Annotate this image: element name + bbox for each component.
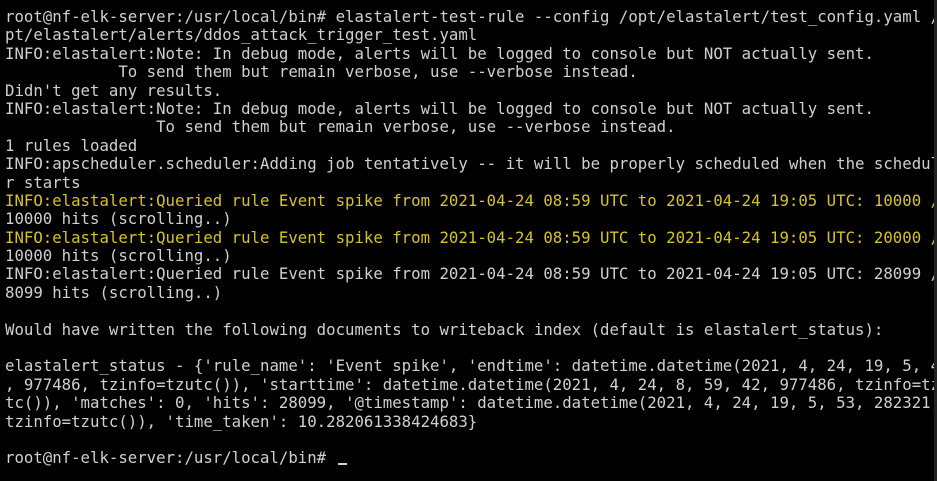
- terminal-line: 8099 hits (scrolling..): [5, 282, 223, 302]
- terminal-line: , 977486, tzinfo=tzutc()), 'starttime': …: [5, 374, 937, 394]
- terminal-window[interactable]: root@nf-elk-server:/usr/local/bin# elast…: [0, 0, 937, 481]
- terminal-line: To send them but remain verbose, use --v…: [5, 117, 676, 137]
- terminal-line: root@nf-elk-server:/usr/local/bin# elast…: [5, 7, 937, 26]
- terminal-line: r starts: [5, 172, 81, 192]
- terminal-line: INFO:elastalert:Note: In debug mode, ale…: [5, 98, 874, 118]
- terminal-line: INFO:elastalert:Queried rule Event spike…: [5, 264, 937, 284]
- shell-prompt: root@nf-elk-server:/usr/local/bin#: [5, 448, 336, 468]
- terminal-line: 1 rules loaded: [5, 135, 138, 155]
- terminal-line: INFO:apscheduler.scheduler:Adding job te…: [5, 154, 937, 174]
- terminal-line: elastalert_status - {'rule_name': 'Event…: [5, 356, 937, 376]
- terminal-line: 10000 hits (scrolling..): [5, 246, 232, 266]
- terminal-line: To send them but remain verbose, use --v…: [5, 62, 638, 82]
- terminal-line: tzinfo=tzutc()), 'time_taken': 10.282061…: [5, 411, 478, 431]
- terminal-line: tc()), 'matches': 0, 'hits': 28099, '@ti…: [5, 393, 937, 413]
- terminal-line: INFO:elastalert:Queried rule Event spike…: [5, 227, 937, 247]
- terminal-line: Would have written the following documen…: [5, 319, 884, 339]
- command-prompt-line[interactable]: root@nf-elk-server:/usr/local/bin#: [5, 449, 937, 467]
- terminal-line: pt/elastalert/alerts/ddos_attack_trigger…: [5, 25, 478, 45]
- text-cursor: [337, 463, 347, 466]
- terminal-line: Didn't get any results.: [5, 80, 223, 100]
- terminal-output: root@nf-elk-server:/usr/local/bin# elast…: [5, 7, 937, 468]
- terminal-line: 10000 hits (scrolling..): [5, 209, 232, 229]
- terminal-line: INFO:elastalert:Queried rule Event spike…: [5, 190, 937, 210]
- terminal-line: INFO:elastalert:Note: In debug mode, ale…: [5, 43, 874, 63]
